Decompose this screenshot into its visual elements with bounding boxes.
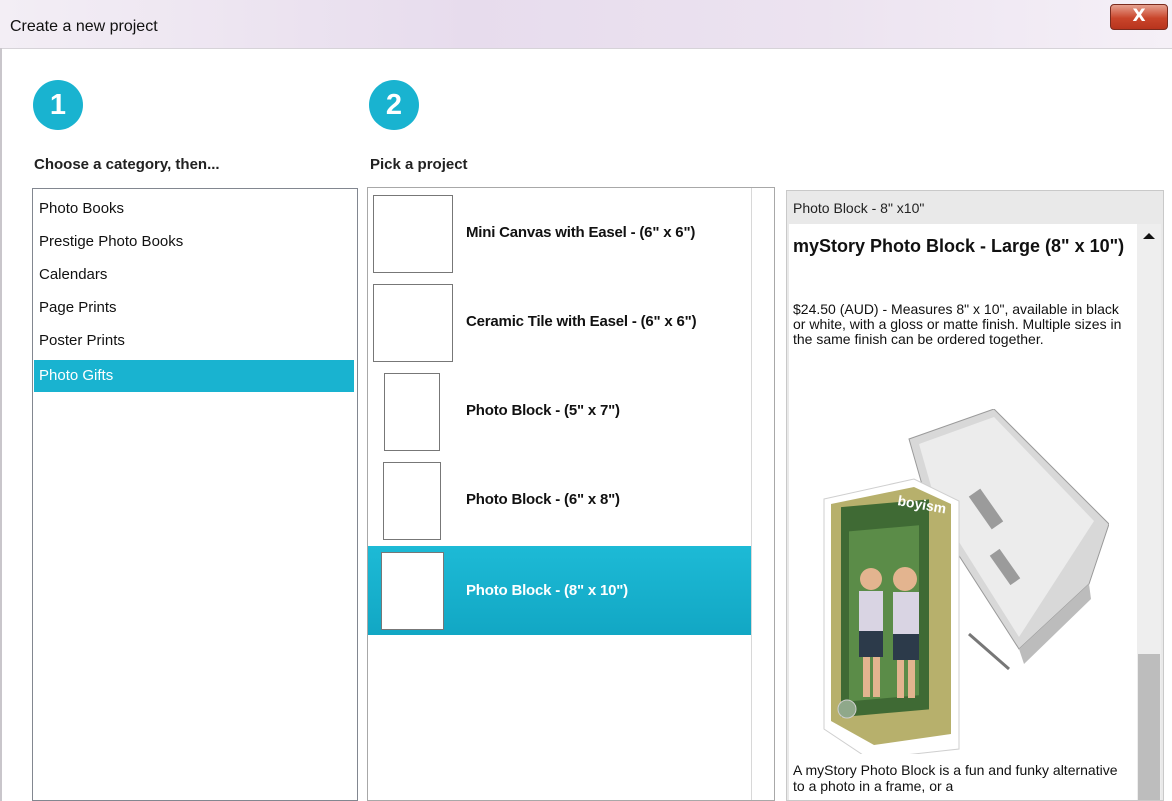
project-thumbnail xyxy=(373,195,453,273)
category-list[interactable]: Photo Books Prestige Photo Books Calenda… xyxy=(32,188,358,801)
project-thumbnail xyxy=(373,284,453,362)
project-label: Ceramic Tile with Easel - (6" x 6") xyxy=(466,313,697,330)
step-1-label: Choose a category, then... xyxy=(34,156,220,173)
project-item-photo-block-5x7[interactable]: Photo Block - (5" x 7") xyxy=(368,366,751,455)
window-title: Create a new project xyxy=(10,18,158,35)
project-label: Photo Block - (6" x 8") xyxy=(466,491,620,508)
category-item-poster-prints[interactable]: Poster Prints xyxy=(34,325,354,357)
step-1-badge: 1 xyxy=(33,80,83,130)
scroll-thumb[interactable] xyxy=(1138,654,1160,800)
category-item-page-prints[interactable]: Page Prints xyxy=(34,292,354,324)
category-item-calendars[interactable]: Calendars xyxy=(34,259,354,291)
step-2-label: Pick a project xyxy=(370,156,468,173)
project-item-photo-block-6x8[interactable]: Photo Block - (6" x 8") xyxy=(368,455,751,544)
category-item-prestige-photo-books[interactable]: Prestige Photo Books xyxy=(34,226,354,258)
step-2-badge: 2 xyxy=(369,80,419,130)
project-label: Photo Block - (8" x 10") xyxy=(466,582,628,599)
close-icon: X xyxy=(1132,6,1146,26)
window-border-top xyxy=(0,48,1172,49)
detail-description: $24.50 (AUD) - Measures 8" x 10", availa… xyxy=(793,301,1122,347)
detail-panel: Photo Block - 8" x10" myStory Photo Bloc… xyxy=(786,190,1164,801)
project-item-photo-block-8x10[interactable]: Photo Block - (8" x 10") xyxy=(368,546,751,635)
project-label: Mini Canvas with Easel - (6" x 6") xyxy=(466,224,696,241)
product-image: boyism xyxy=(823,409,1109,754)
title-bar: Create a new project X xyxy=(0,0,1172,48)
project-thumbnail xyxy=(383,462,441,540)
project-thumbnail xyxy=(384,373,440,451)
detail-body: myStory Photo Block - Large (8" x 10") $… xyxy=(789,224,1137,800)
detail-scrollbar[interactable] xyxy=(1137,224,1161,800)
project-item-mini-canvas[interactable]: Mini Canvas with Easel - (6" x 6") xyxy=(368,188,751,277)
project-thumbnail xyxy=(381,552,444,630)
project-label: Photo Block - (5" x 7") xyxy=(466,402,620,419)
detail-footer-text: A myStory Photo Block is a fun and funky… xyxy=(793,762,1118,794)
category-item-photo-gifts[interactable]: Photo Gifts xyxy=(34,360,354,392)
project-list-scrollbar[interactable] xyxy=(751,188,774,800)
project-list[interactable]: Mini Canvas with Easel - (6" x 6") Ceram… xyxy=(367,187,775,801)
detail-title: myStory Photo Block - Large (8" x 10") xyxy=(793,236,1125,256)
detail-header: Photo Block - 8" x10" xyxy=(793,200,925,216)
project-item-ceramic-tile[interactable]: Ceramic Tile with Easel - (6" x 6") xyxy=(368,277,751,366)
window-border-left xyxy=(0,48,2,801)
scroll-up-icon[interactable] xyxy=(1143,233,1155,239)
category-item-photo-books[interactable]: Photo Books xyxy=(34,193,354,225)
close-button[interactable]: X xyxy=(1110,4,1168,30)
